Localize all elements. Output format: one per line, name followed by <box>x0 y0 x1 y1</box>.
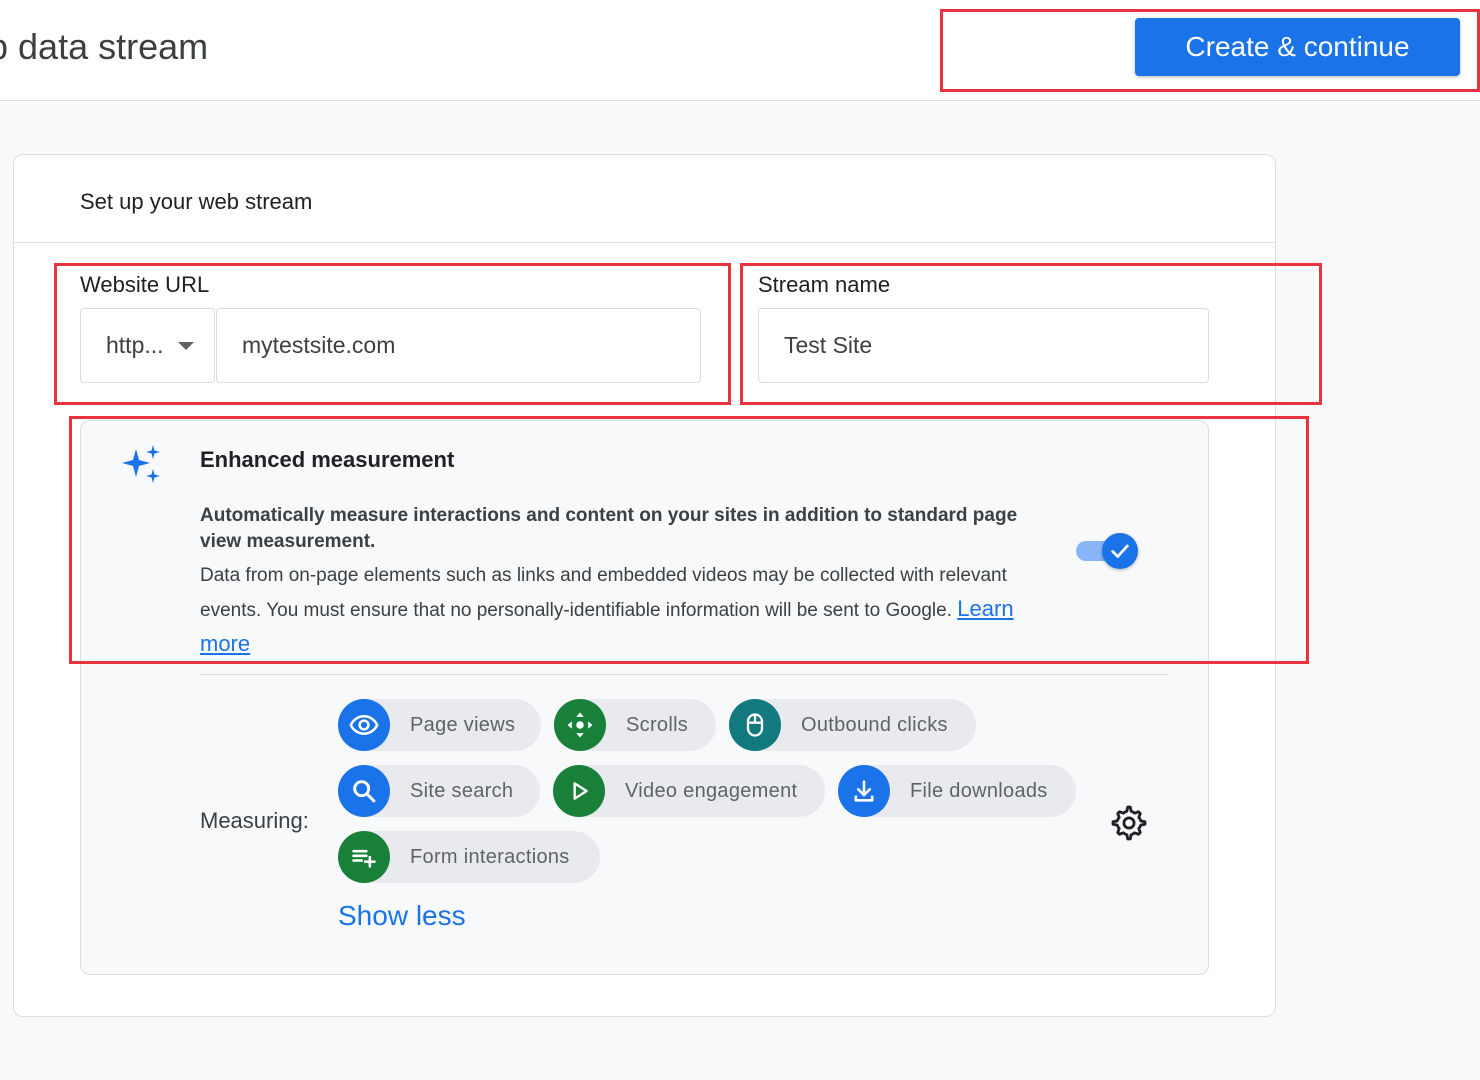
enhanced-measurement-description: Data from on-page elements such as links… <box>200 559 1050 662</box>
gear-icon[interactable] <box>1110 804 1148 842</box>
card-title: Set up your web stream <box>80 189 313 214</box>
sparkle-icon <box>122 445 160 483</box>
description-text: Data from on-page elements such as links… <box>200 565 1007 621</box>
check-icon <box>1111 544 1129 558</box>
download-icon <box>838 765 890 817</box>
stream-name-input[interactable]: Test Site <box>758 308 1209 383</box>
protocol-value: http... <box>106 332 164 358</box>
play-icon <box>553 765 605 817</box>
card-header: Set up your web stream <box>14 155 1275 243</box>
scroll-arrows-icon <box>554 699 606 751</box>
chip-outbound-clicks: Outbound clicks <box>729 699 976 751</box>
chip-site-search: Site search <box>338 765 540 817</box>
divider <box>200 674 1168 675</box>
chip-video-engagement: Video engagement <box>553 765 825 817</box>
playlist-add-icon <box>338 831 390 883</box>
caret-down-icon <box>177 341 194 350</box>
chip-label: Site search <box>410 779 514 802</box>
chip-file-downloads: File downloads <box>838 765 1076 817</box>
mouse-icon <box>729 699 781 751</box>
stream-name-label: Stream name <box>758 272 891 297</box>
stream-name-value: Test Site <box>784 332 873 358</box>
page-title: p data stream <box>0 26 209 67</box>
chip-scrolls: Scrolls <box>554 699 716 751</box>
enhanced-measurement-summary: Automatically measure interactions and c… <box>200 505 1018 552</box>
chip-label: Outbound clicks <box>801 713 948 736</box>
show-less-link[interactable]: Show less <box>338 900 466 932</box>
top-bar: p data stream Create & continue <box>0 0 1480 101</box>
eye-icon <box>338 699 390 751</box>
website-url-input[interactable]: mytestsite.com <box>216 308 701 383</box>
search-icon <box>338 765 390 817</box>
chip-label: File downloads <box>910 779 1048 802</box>
toggle-knob <box>1102 533 1138 569</box>
website-url-label: Website URL <box>80 272 210 297</box>
chip-label: Form interactions <box>410 845 570 868</box>
protocol-select[interactable]: http... <box>80 308 215 383</box>
create-and-continue-button[interactable]: Create & continue <box>1135 18 1460 76</box>
enhanced-measurement-toggle[interactable] <box>1076 533 1138 569</box>
chip-label: Video engagement <box>625 779 798 802</box>
enhanced-measurement-title: Enhanced measurement <box>200 447 455 472</box>
chip-form-interactions: Form interactions <box>338 831 600 883</box>
measuring-label: Measuring: <box>200 808 309 833</box>
chip-label: Page views <box>410 713 516 736</box>
chip-page-views: Page views <box>338 699 541 751</box>
chip-label: Scrolls <box>626 713 689 736</box>
website-url-value: mytestsite.com <box>242 332 396 358</box>
